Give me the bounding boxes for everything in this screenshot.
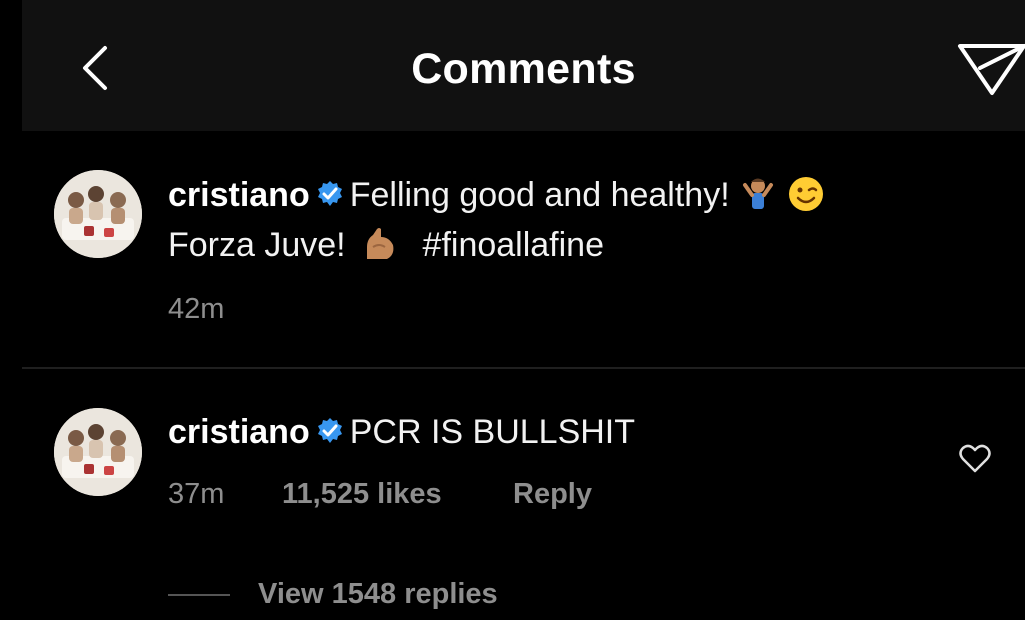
comment-username[interactable]: cristiano	[168, 413, 310, 451]
comments-header: Comments	[22, 0, 1025, 131]
paper-plane-icon	[958, 44, 1025, 95]
caption-line-2: Forza Juve! #finoallafine	[168, 225, 604, 265]
caption-timestamp: 42m	[168, 293, 225, 325]
caption-username[interactable]: cristiano	[168, 176, 310, 214]
comment-likes[interactable]: 11,525 likes	[282, 478, 442, 511]
avatar[interactable]	[54, 408, 142, 496]
page-title: Comments	[411, 45, 636, 93]
avatar[interactable]	[54, 170, 142, 258]
verified-badge-icon	[317, 418, 342, 444]
person-shrugging-emoji	[743, 178, 774, 210]
comment-line: cristiano PCR IS BULLSHIT	[168, 412, 635, 452]
replies-divider-line	[168, 594, 230, 596]
comment-timestamp: 37m	[168, 478, 225, 510]
winking-face-emoji	[788, 177, 823, 212]
comment-text: PCR IS BULLSHIT	[349, 413, 636, 451]
verified-badge-icon	[317, 181, 342, 207]
share-button[interactable]	[954, 38, 1025, 98]
like-button[interactable]	[958, 442, 992, 476]
caption-text-2: Forza Juve!	[168, 226, 346, 264]
caption-text: Felling good and healthy!	[349, 176, 730, 214]
caption-hashtag[interactable]: #finoallafine	[423, 226, 604, 264]
flexed-biceps-emoji	[367, 228, 394, 260]
reply-button[interactable]: Reply	[513, 478, 592, 511]
view-replies-button[interactable]: View 1548 replies	[258, 578, 498, 611]
divider	[22, 367, 1025, 369]
caption-line-1: cristiano Felling good and healthy!	[168, 175, 825, 215]
heart-icon	[959, 444, 991, 473]
